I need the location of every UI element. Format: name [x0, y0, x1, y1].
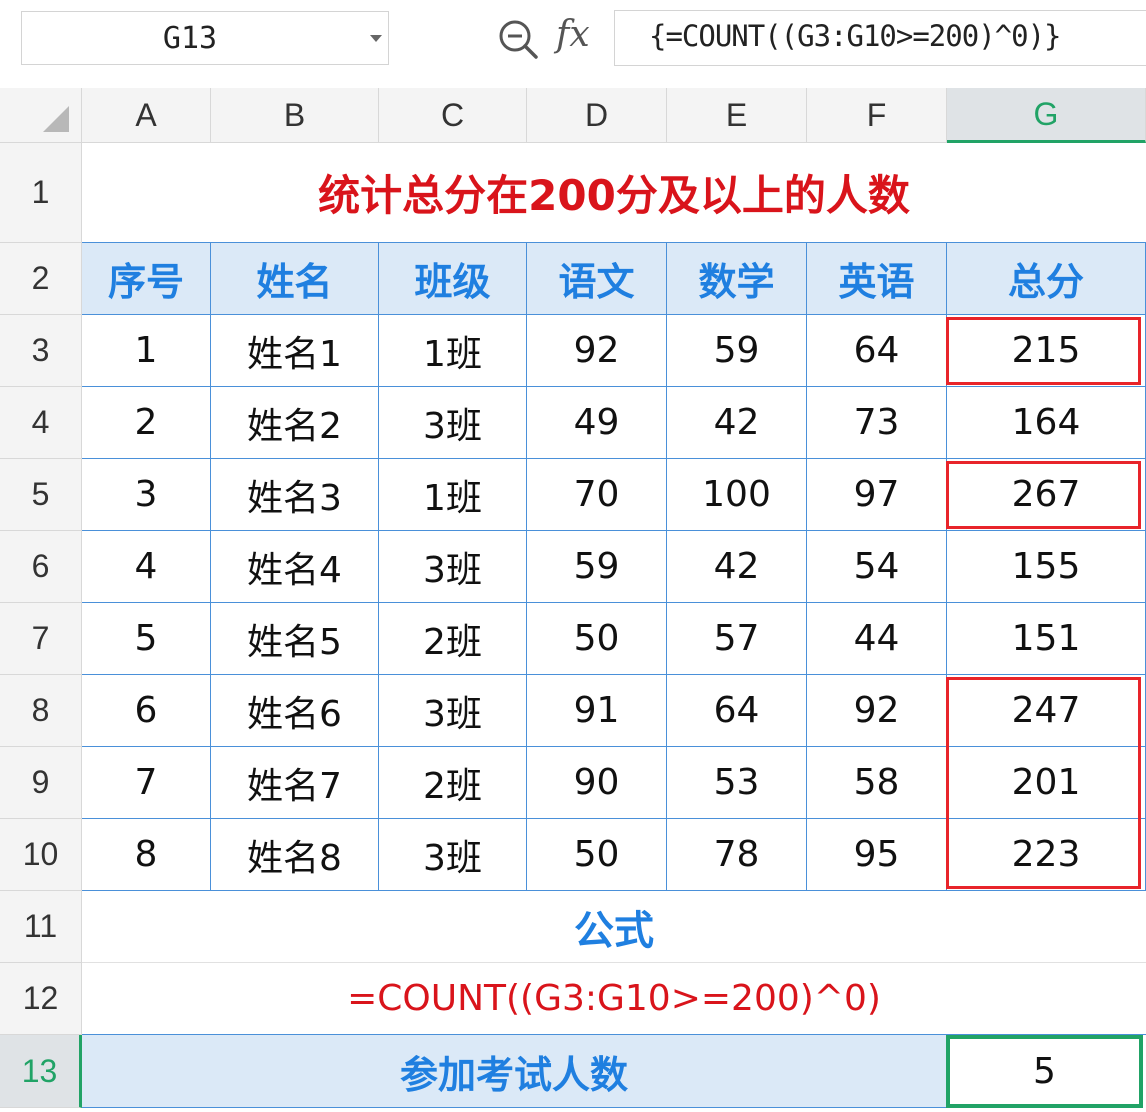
table-cell[interactable]: 164: [947, 387, 1146, 459]
select-all-icon: [43, 106, 69, 132]
table-cell[interactable]: 50: [527, 819, 667, 891]
name-box-dropdown-icon[interactable]: [370, 35, 382, 42]
table-cell[interactable]: 4: [82, 531, 211, 603]
column-header-c[interactable]: C: [379, 88, 527, 143]
table-cell[interactable]: 姓名6: [211, 675, 379, 747]
table-cell[interactable]: 3班: [379, 531, 527, 603]
table-cell[interactable]: 2班: [379, 603, 527, 675]
row-header-3[interactable]: 3: [0, 315, 82, 387]
table-cell[interactable]: 92: [807, 675, 947, 747]
table-cell[interactable]: 54: [807, 531, 947, 603]
table-cell[interactable]: 59: [527, 531, 667, 603]
table-cell[interactable]: 42: [667, 387, 807, 459]
name-box[interactable]: G13: [21, 11, 389, 65]
formula-text[interactable]: =COUNT((G3:G10>=200)^0): [82, 963, 1146, 1035]
table-header-cell[interactable]: 序号: [82, 243, 211, 315]
table-cell[interactable]: 155: [947, 531, 1146, 603]
table-cell[interactable]: 100: [667, 459, 807, 531]
table-cell[interactable]: 92: [527, 315, 667, 387]
column-header-a[interactable]: A: [82, 88, 211, 143]
table-cell[interactable]: 44: [807, 603, 947, 675]
table-cell[interactable]: 201: [947, 747, 1146, 819]
table-cell[interactable]: 57: [667, 603, 807, 675]
table-cell[interactable]: 267: [947, 459, 1146, 531]
table-cell[interactable]: 姓名2: [211, 387, 379, 459]
row-header-4[interactable]: 4: [0, 387, 82, 459]
table-cell[interactable]: 1班: [379, 315, 527, 387]
row-header-13[interactable]: 13: [0, 1035, 82, 1108]
formula-label[interactable]: 公式: [82, 891, 1146, 963]
table-header-cell[interactable]: 数学: [667, 243, 807, 315]
table-cell[interactable]: 97: [807, 459, 947, 531]
column-header-f[interactable]: F: [807, 88, 947, 143]
table-cell[interactable]: 64: [807, 315, 947, 387]
select-all-corner[interactable]: [0, 88, 82, 143]
table-cell[interactable]: 215: [947, 315, 1146, 387]
zoom-out-icon[interactable]: [496, 17, 540, 61]
formula-input[interactable]: {=COUNT((G3:G10>=200)^0)}: [614, 10, 1146, 66]
table-cell[interactable]: 95: [807, 819, 947, 891]
table-cell[interactable]: 2: [82, 387, 211, 459]
selected-result-cell[interactable]: 5: [946, 1035, 1143, 1108]
sheet-title[interactable]: 统计总分在200分及以上的人数: [82, 143, 1146, 243]
table-cell[interactable]: 58: [807, 747, 947, 819]
column-header-g[interactable]: G: [947, 88, 1146, 143]
row-header-10[interactable]: 10: [0, 819, 82, 891]
row-header-8[interactable]: 8: [0, 675, 82, 747]
column-header-b[interactable]: B: [211, 88, 379, 143]
table-cell[interactable]: 73: [807, 387, 947, 459]
table-header-cell[interactable]: 班级: [379, 243, 527, 315]
table-cell[interactable]: 64: [667, 675, 807, 747]
table-header-cell[interactable]: 英语: [807, 243, 947, 315]
table-cell[interactable]: 姓名1: [211, 315, 379, 387]
table-cell[interactable]: 1班: [379, 459, 527, 531]
column-header-d[interactable]: D: [527, 88, 667, 143]
table-cell[interactable]: 50: [527, 603, 667, 675]
table-cell[interactable]: 2班: [379, 747, 527, 819]
table-cell[interactable]: 91: [527, 675, 667, 747]
table-cell[interactable]: 姓名3: [211, 459, 379, 531]
table-cell[interactable]: 5: [82, 603, 211, 675]
row-header-7[interactable]: 7: [0, 603, 82, 675]
table-header-cell[interactable]: 姓名: [211, 243, 379, 315]
table-cell[interactable]: 姓名4: [211, 531, 379, 603]
table-cell[interactable]: 姓名8: [211, 819, 379, 891]
table-cell[interactable]: 3: [82, 459, 211, 531]
row-header-12[interactable]: 12: [0, 963, 82, 1035]
table-header-cell[interactable]: 语文: [527, 243, 667, 315]
table-cell[interactable]: 3班: [379, 387, 527, 459]
row-header-6[interactable]: 6: [0, 531, 82, 603]
table-cell[interactable]: 3班: [379, 675, 527, 747]
table-cell[interactable]: 姓名7: [211, 747, 379, 819]
table-cell[interactable]: 223: [947, 819, 1146, 891]
spreadsheet-grid: A B C D E F G 1 2 3 4 5 6 7 8 9 10 11 12 13 统计总分在200分及以上的人数序…: [0, 88, 1146, 1112]
table-cell[interactable]: 7: [82, 747, 211, 819]
row-header-1[interactable]: 1: [0, 143, 82, 243]
table-cell[interactable]: 53: [667, 747, 807, 819]
table-cell[interactable]: 姓名5: [211, 603, 379, 675]
table-header-cell[interactable]: 总分: [947, 243, 1146, 315]
formula-bar: G13 fx {=COUNT((G3:G10>=200)^0)}: [0, 0, 1146, 80]
row-header-9[interactable]: 9: [0, 747, 82, 819]
table-cell[interactable]: 6: [82, 675, 211, 747]
name-box-value: G13: [162, 20, 218, 56]
table-cell[interactable]: 247: [947, 675, 1146, 747]
row-header-5[interactable]: 5: [0, 459, 82, 531]
column-header-e[interactable]: E: [667, 88, 807, 143]
table-cell[interactable]: 3班: [379, 819, 527, 891]
table-cell[interactable]: 78: [667, 819, 807, 891]
row-header-11[interactable]: 11: [0, 891, 82, 963]
total-label[interactable]: 参加考试人数: [82, 1035, 947, 1108]
table-cell[interactable]: 1: [82, 315, 211, 387]
table-cell[interactable]: 49: [527, 387, 667, 459]
row-header-2[interactable]: 2: [0, 243, 82, 315]
table-cell[interactable]: 151: [947, 603, 1146, 675]
table-cell[interactable]: 8: [82, 819, 211, 891]
table-cell[interactable]: 70: [527, 459, 667, 531]
table-cell[interactable]: 42: [667, 531, 807, 603]
table-cell[interactable]: 59: [667, 315, 807, 387]
table-cell[interactable]: 90: [527, 747, 667, 819]
fx-icon[interactable]: fx: [556, 14, 590, 55]
